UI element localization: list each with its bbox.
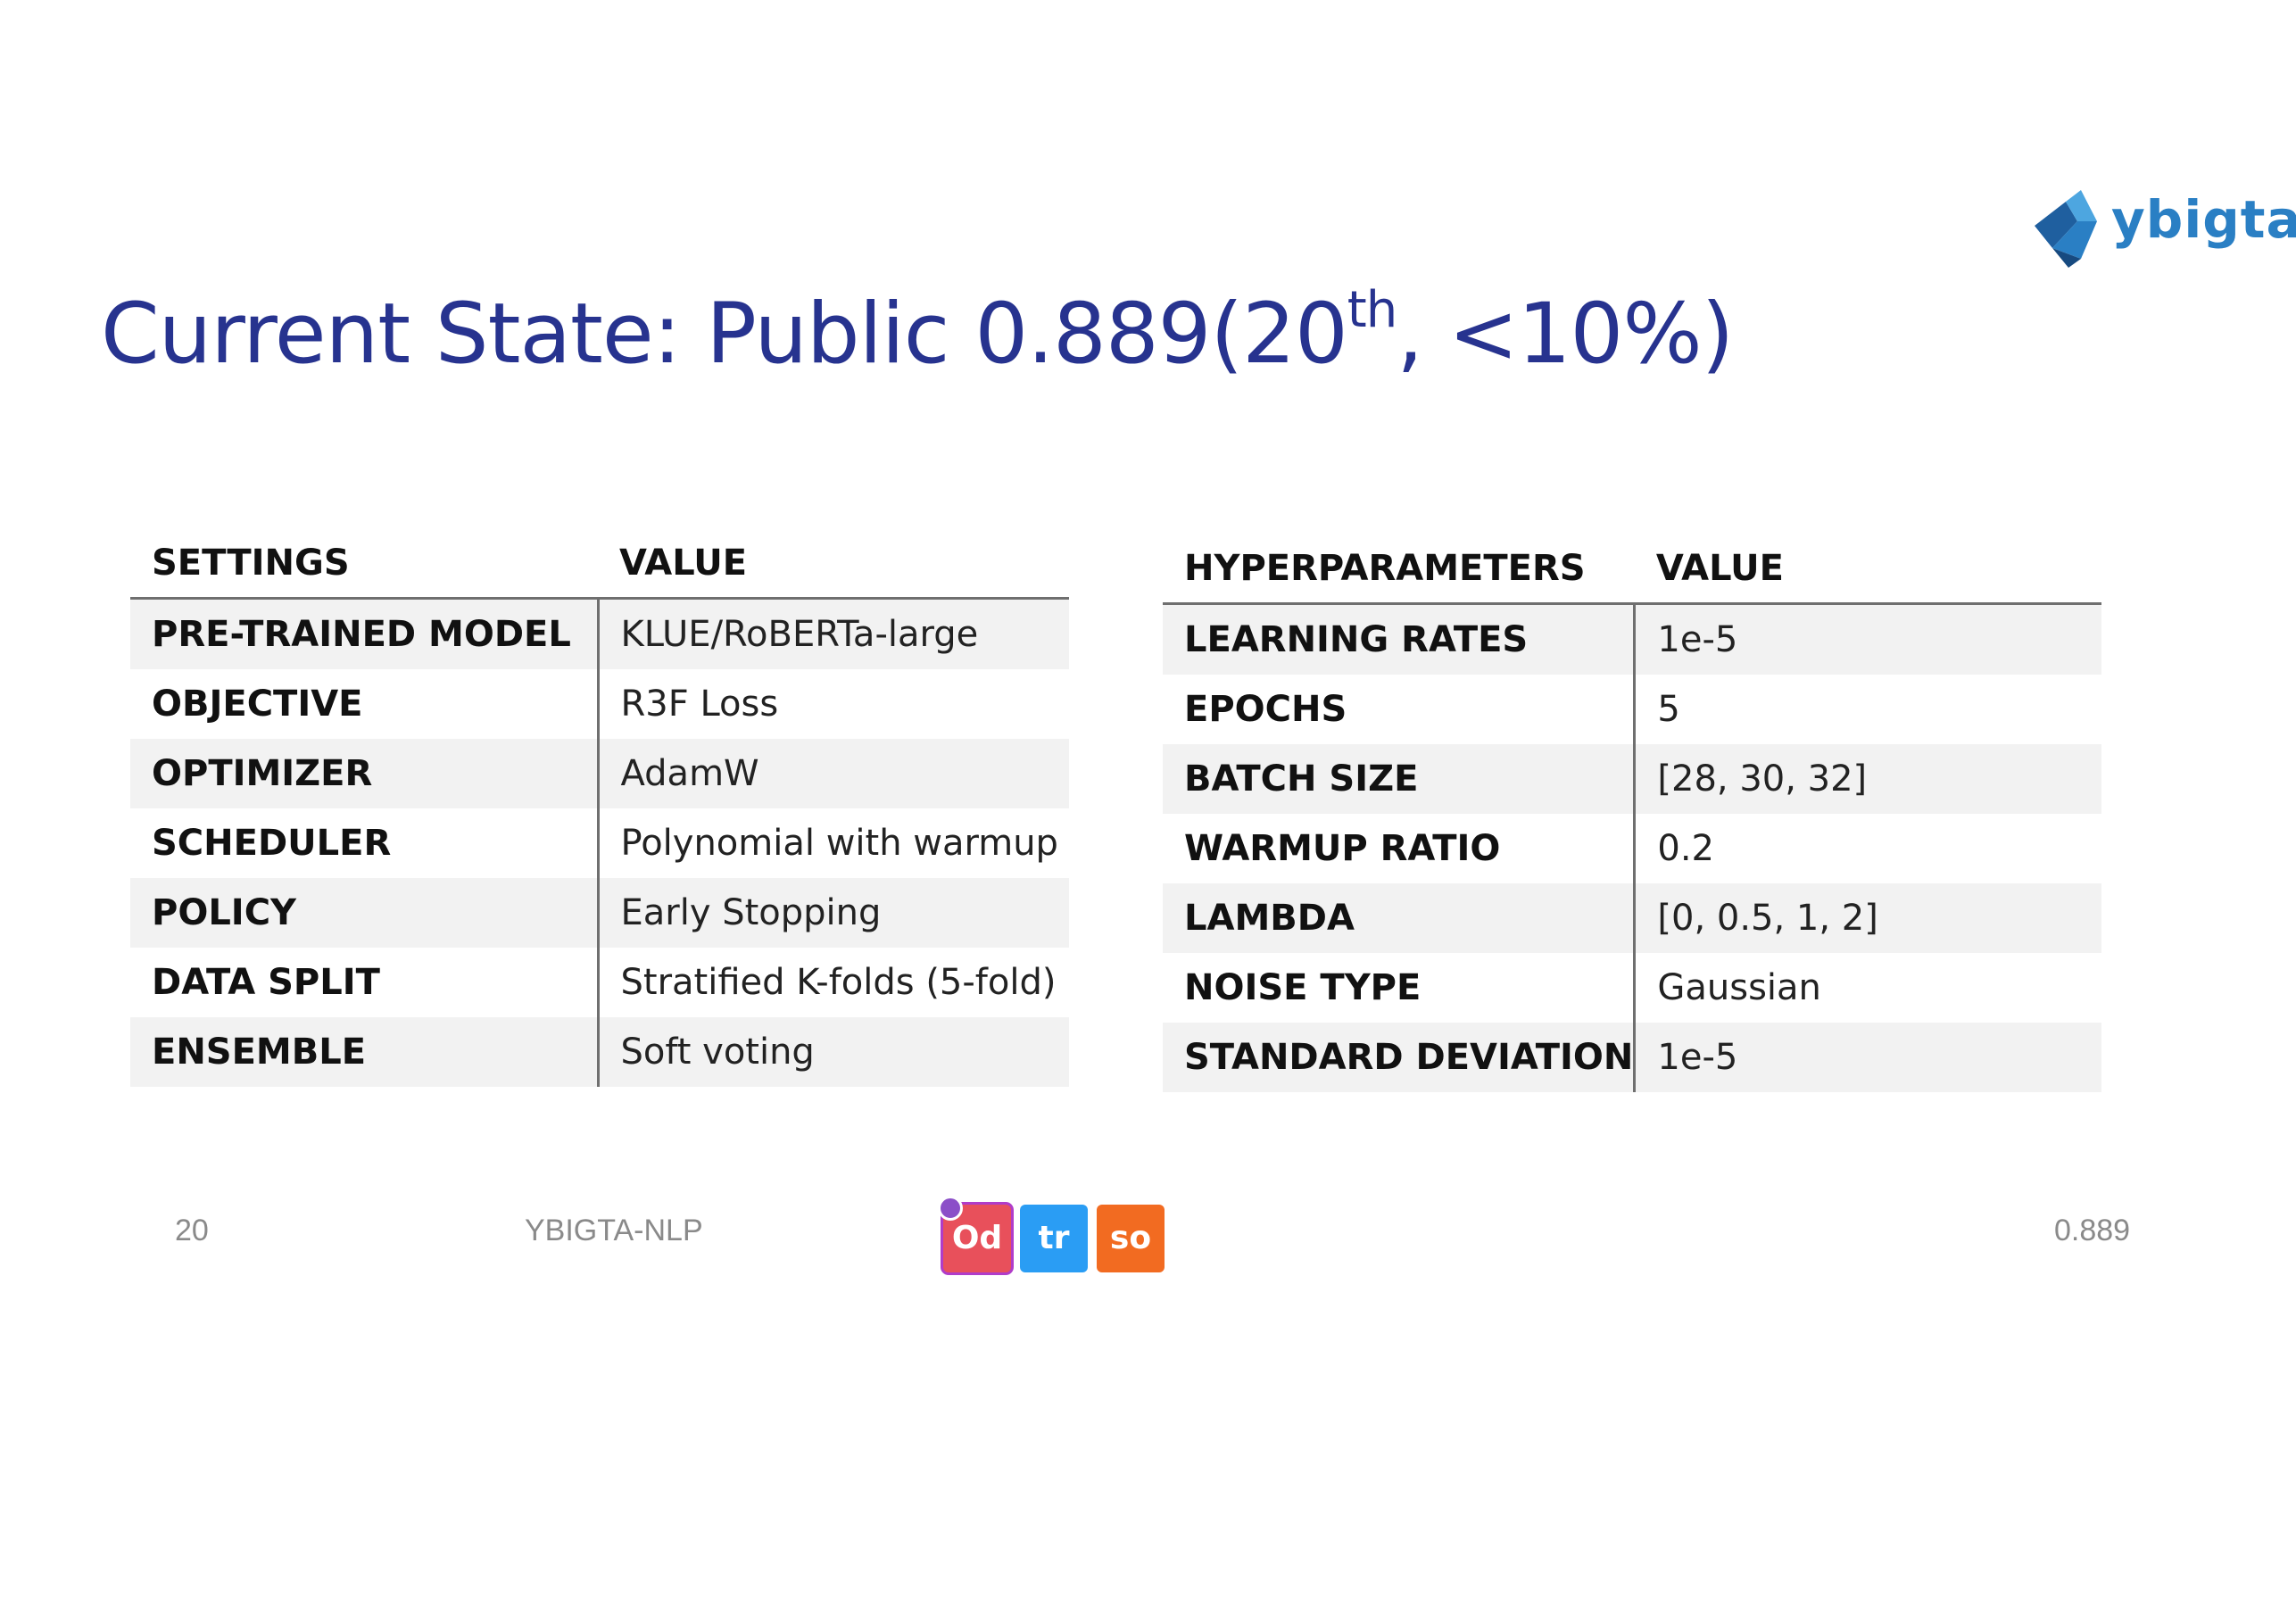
setting-key: DATA SPLIT — [130, 948, 600, 1017]
table-row: ENSEMBLE Soft voting — [130, 1017, 1069, 1087]
hyperparameter-key: BATCH SIZE — [1163, 744, 1637, 814]
page-title: Current State: Public 0.889(20th, <10%) — [101, 286, 1734, 384]
ybigta-logo: ybigta — [2026, 186, 2296, 275]
ybigta-logo-text: ybigta — [2111, 189, 2296, 250]
crown-icon — [938, 1196, 963, 1221]
avatar[interactable]: tr — [1020, 1205, 1088, 1272]
setting-value: Soft voting — [598, 1017, 1069, 1087]
hyperparameter-value: Gaussian — [1657, 967, 1821, 1008]
title-main: Current State: Public 0.889(20 — [101, 286, 1348, 383]
leaderboard-team-name: YBIGTA-NLP — [525, 1214, 703, 1247]
table-row: OPTIMIZER AdamW — [130, 739, 1069, 808]
settings-header-row: SETTINGS VALUE — [130, 529, 1069, 600]
setting-value: Early Stopping — [598, 878, 1069, 948]
table-row: WARMUP RATIO 0.2 — [1163, 814, 2101, 883]
title-tail: , <10%) — [1397, 286, 1734, 383]
hyperparameter-value: 1e-5 — [1634, 603, 2101, 675]
setting-key: PRE-TRAINED MODEL — [130, 598, 600, 669]
setting-key: POLICY — [130, 878, 600, 948]
hyperparameters-header: HYPERPARAMETERS — [1163, 534, 1635, 605]
leaderboard-rank: 20 — [175, 1214, 209, 1247]
hyperparameter-value: 5 — [1657, 689, 1680, 730]
hyperparameter-value: [0, 0.5, 1, 2] — [1634, 883, 2101, 953]
setting-value: Polynomial with warmup — [620, 823, 1058, 864]
hyperparameters-table: HYPERPARAMETERS VALUE LEARNING RATES 1e-… — [1163, 534, 2101, 1092]
hyperparameter-key: WARMUP RATIO — [1163, 814, 1637, 883]
hyperparameter-value: [28, 30, 32] — [1634, 744, 2101, 814]
avatar[interactable]: so — [1097, 1205, 1165, 1272]
setting-value: Stratified K-folds (5-fold) — [620, 962, 1057, 1003]
setting-key: ENSEMBLE — [130, 1017, 600, 1087]
leaderboard-score: 0.889 — [2054, 1214, 2131, 1247]
hyperparameter-value: 1e-5 — [1634, 1023, 2101, 1092]
settings-header: SETTINGS — [130, 529, 598, 600]
hyperparameters-header-row: HYPERPARAMETERS VALUE — [1163, 534, 2101, 605]
hyperparameters-value-header: VALUE — [1634, 534, 2101, 605]
table-row: SCHEDULER Polynomial with warmup — [130, 808, 1069, 878]
settings-value-header: VALUE — [598, 529, 1069, 600]
table-row: PRE-TRAINED MODEL KLUE/RoBERTa-large — [130, 598, 1069, 669]
hyperparameter-key: LEARNING RATES — [1163, 603, 1637, 675]
hyperparameter-key: EPOCHS — [1163, 675, 1637, 744]
table-row: LAMBDA [0, 0.5, 1, 2] — [1163, 883, 2101, 953]
settings-table: SETTINGS VALUE PRE-TRAINED MODEL KLUE/Ro… — [130, 529, 1069, 1087]
table-row: LEARNING RATES 1e-5 — [1163, 603, 2101, 675]
setting-key: OPTIMIZER — [130, 739, 600, 808]
hyperparameter-key: NOISE TYPE — [1163, 953, 1637, 1023]
ybigta-logo-mark-icon — [2035, 190, 2097, 268]
avatar[interactable]: Od — [938, 1196, 1011, 1272]
setting-value: KLUE/RoBERTa-large — [598, 598, 1069, 669]
setting-value: AdamW — [598, 739, 1069, 808]
table-row: BATCH SIZE [28, 30, 32] — [1163, 744, 2101, 814]
table-row: NOISE TYPE Gaussian — [1163, 953, 2101, 1023]
setting-key: OBJECTIVE — [130, 669, 600, 739]
setting-value: R3F Loss — [620, 684, 779, 725]
title-superscript: th — [1347, 281, 1397, 339]
table-row: STANDARD DEVIATION 1e-5 — [1163, 1023, 2101, 1092]
table-row: DATA SPLIT Stratified K-folds (5-fold) — [130, 948, 1069, 1017]
hyperparameter-key: LAMBDA — [1163, 883, 1637, 953]
hyperparameter-value: 0.2 — [1657, 828, 1715, 869]
table-row: EPOCHS 5 — [1163, 675, 2101, 744]
table-row: OBJECTIVE R3F Loss — [130, 669, 1069, 739]
table-row: POLICY Early Stopping — [130, 878, 1069, 948]
setting-key: SCHEDULER — [130, 808, 600, 878]
hyperparameter-key: STANDARD DEVIATION — [1163, 1023, 1637, 1092]
